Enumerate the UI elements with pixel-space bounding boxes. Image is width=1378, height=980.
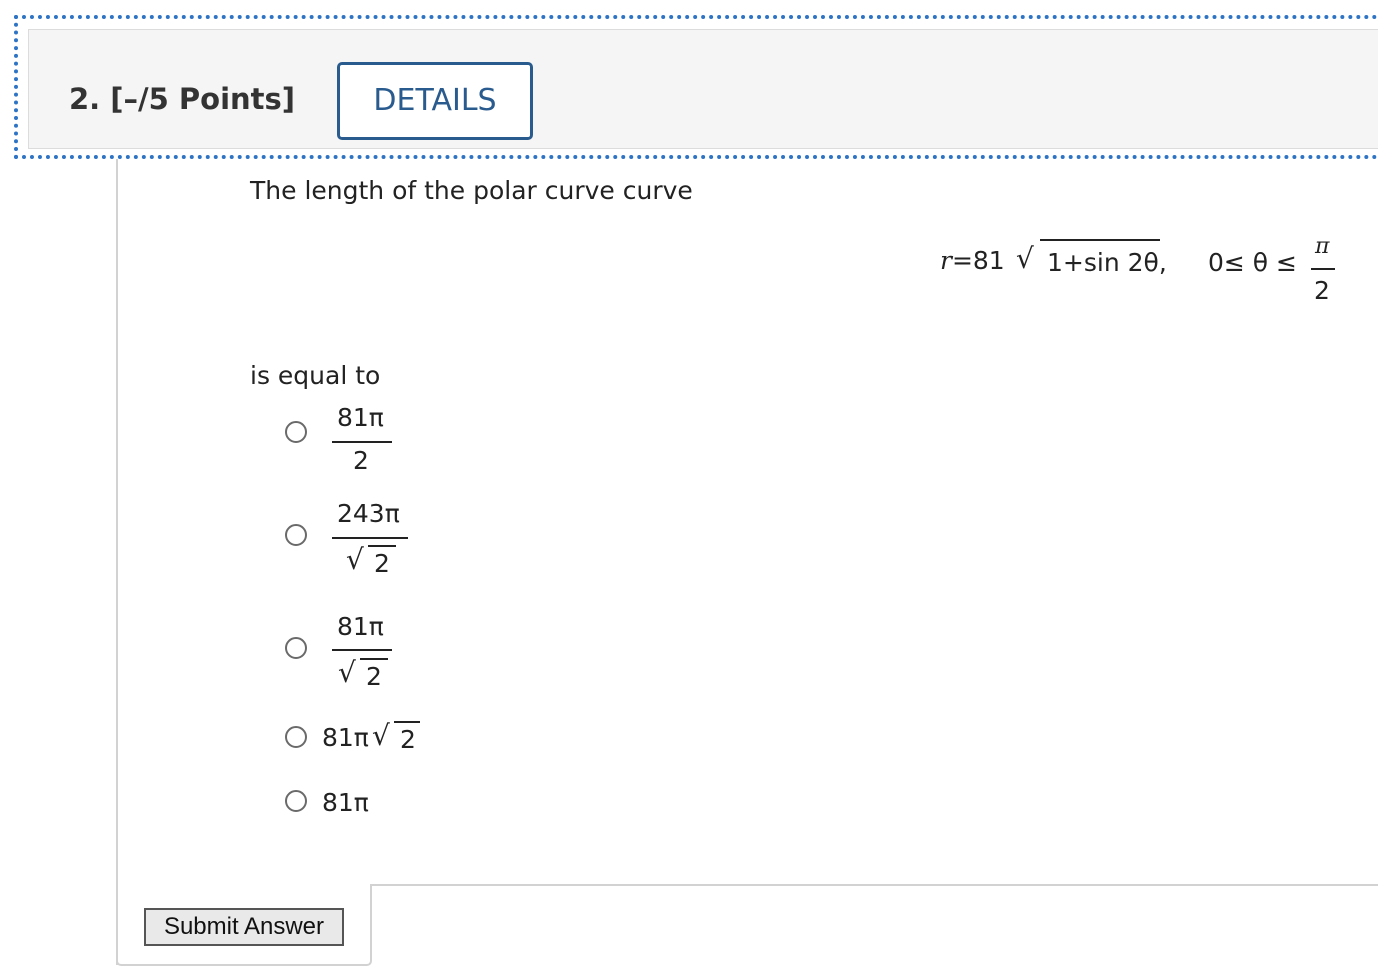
polar-curve-formula: r=81 √ 1+sin 2θ, 0≤ θ ≤ π 2 <box>940 234 1340 306</box>
range-numerator: π <box>1315 234 1330 259</box>
option-2-numerator: 243π <box>337 499 400 528</box>
option-3-radio[interactable] <box>285 637 307 659</box>
option-2-radicand: 2 <box>374 549 390 578</box>
option-2-fraction-bar <box>332 537 408 539</box>
option-3-fraction-bar <box>332 649 392 651</box>
formula-radicand: 1+sin 2θ, <box>1047 248 1167 277</box>
option-4-radicand: 2 <box>400 725 416 754</box>
option-2-sqrt-overline <box>368 545 396 547</box>
option-4-prefix: 81π <box>322 723 369 752</box>
option-3-sqrt-symbol: √ <box>338 656 356 689</box>
option-2-radio[interactable] <box>285 524 307 546</box>
divider-line <box>372 884 1378 886</box>
question-header-bar: 2. [–/5 Points] DETAILS <box>28 29 1378 149</box>
formula-lhs: r=81 <box>940 246 1005 275</box>
option-4-sqrt-symbol: √ <box>372 719 390 752</box>
option-4-sqrt-overline <box>394 721 420 723</box>
option-3-sqrt-overline <box>360 658 388 660</box>
option-5-radio[interactable] <box>285 790 307 812</box>
option-1-fraction-bar <box>332 441 392 443</box>
sqrt-overline <box>1040 239 1160 241</box>
sqrt-symbol: √ <box>1016 242 1034 275</box>
range-denominator: 2 <box>1314 276 1330 305</box>
question-number-points: 2. [–/5 Points] <box>69 82 296 116</box>
option-2-sqrt-symbol: √ <box>346 543 364 576</box>
question-header: 2. [–/5 Points] DETAILS <box>14 15 1378 159</box>
option-1-numerator: 81π <box>337 403 384 432</box>
option-5-text: 81π <box>322 788 369 817</box>
option-1-radio[interactable] <box>285 421 307 443</box>
formula-range: 0≤ θ ≤ <box>1208 248 1297 277</box>
question-prompt: The length of the polar curve curve <box>250 176 693 205</box>
option-1-denominator: 2 <box>353 446 369 475</box>
option-4-radio[interactable] <box>285 726 307 748</box>
option-3-numerator: 81π <box>337 612 384 641</box>
range-fraction-bar <box>1311 268 1335 270</box>
option-3-radicand: 2 <box>366 662 382 691</box>
details-button[interactable]: DETAILS <box>337 62 533 140</box>
submit-answer-button[interactable]: Submit Answer <box>144 908 344 946</box>
is-equal-to-label: is equal to <box>250 361 381 390</box>
